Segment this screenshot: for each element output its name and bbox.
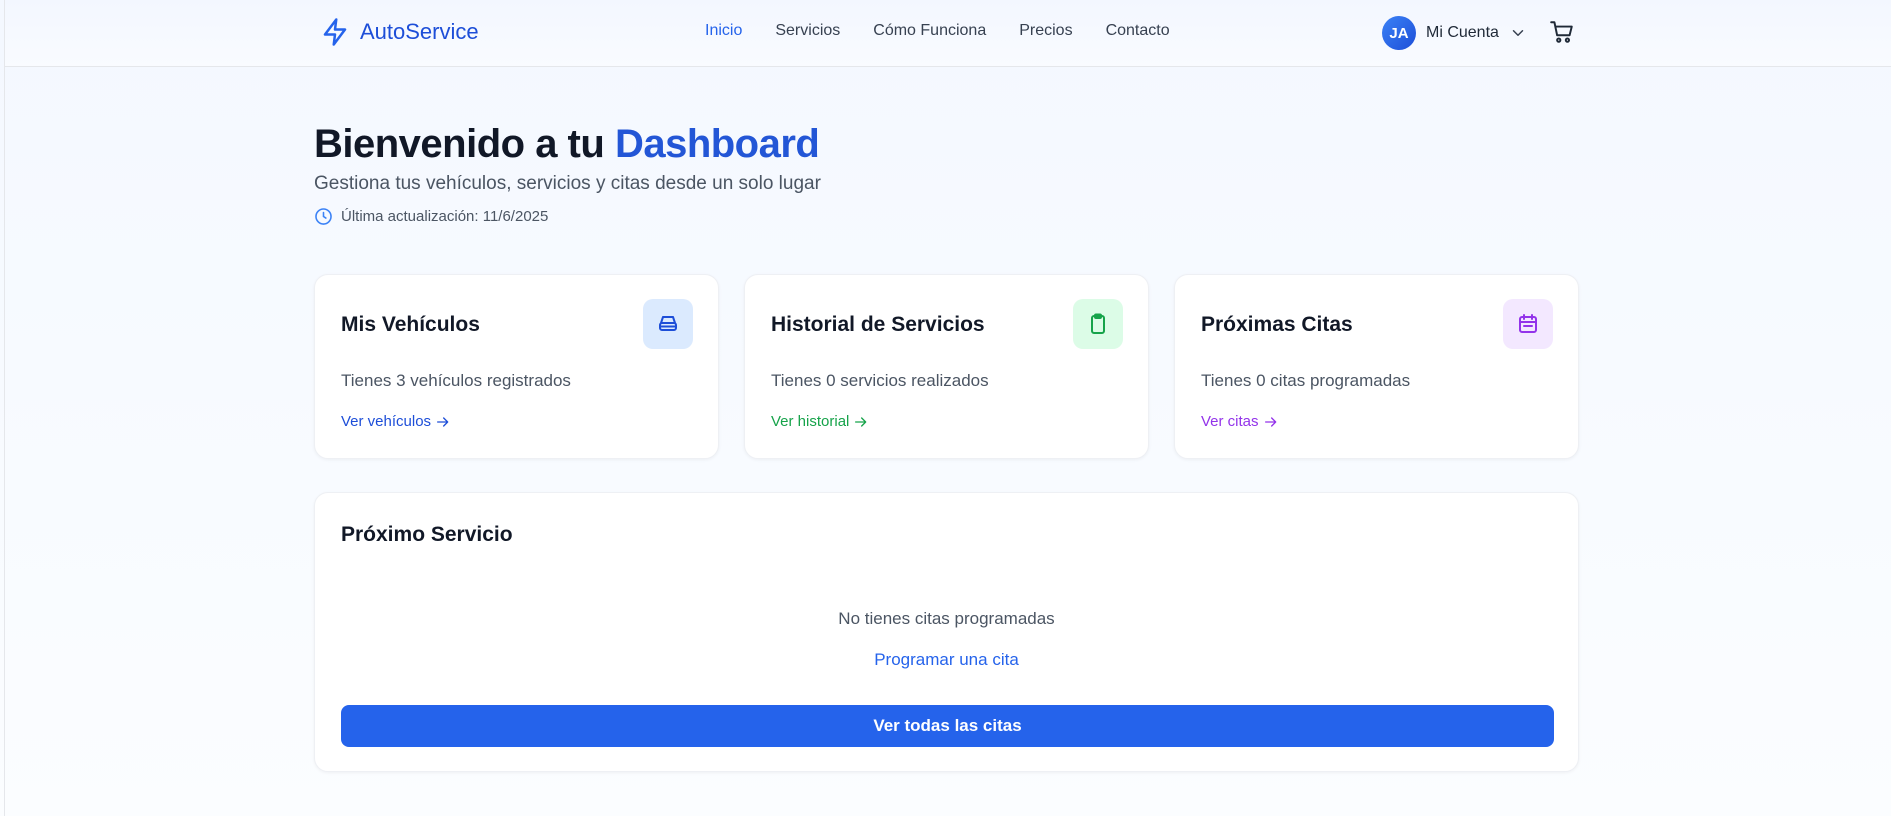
card-text: Tienes 0 servicios realizados [771, 371, 989, 390]
link-label: Ver historial [771, 413, 850, 430]
clock-icon [315, 208, 332, 225]
empty-state-text: No tienes citas programadas [838, 609, 1055, 628]
top-navbar: AutoService Inicio Servicios Cómo Funcio… [5, 0, 1891, 67]
window-edge [4, 0, 5, 816]
main-nav: Inicio Servicios Cómo Funciona Precios C… [705, 22, 1203, 40]
panel-title: Próximo Servicio [341, 523, 513, 546]
card-icon-box [643, 299, 693, 349]
page-subtitle: Gestiona tus vehículos, servicios y cita… [314, 173, 821, 194]
card-title: Historial de Servicios [771, 313, 985, 336]
schedule-appointment-link[interactable]: Programar una cita [315, 650, 1578, 670]
arrow-right-icon [1264, 416, 1276, 427]
nav-item-precios[interactable]: Precios [1019, 22, 1072, 40]
view-all-appointments-button[interactable]: Ver todas las citas [341, 705, 1554, 747]
nav-item-servicios[interactable]: Servicios [775, 22, 840, 40]
account-menu[interactable]: JA Mi Cuenta [1382, 16, 1527, 50]
card-citas: Próximas Citas Tienes 0 citas programada… [1174, 274, 1579, 459]
nav-item-inicio[interactable]: Inicio [705, 22, 742, 40]
title-prefix: Bienvenido a tu [314, 122, 615, 166]
last-updated: Última actualización: 11/6/2025 [314, 207, 821, 226]
lightning-icon [323, 18, 347, 46]
ver-citas-link[interactable]: Ver citas [1201, 413, 1279, 430]
hero-section: Bienvenido a tu Dashboard Gestiona tus v… [314, 122, 821, 226]
card-historial: Historial de Servicios Tienes 0 servicio… [744, 274, 1149, 459]
clipboard-icon [1091, 313, 1105, 334]
card-title: Mis Vehículos [341, 313, 480, 336]
last-updated-text: Última actualización: 11/6/2025 [341, 208, 549, 225]
avatar: JA [1382, 16, 1416, 50]
arrow-right-icon [437, 416, 449, 427]
card-vehiculos: Mis Vehículos Tienes 3 vehículos registr… [314, 274, 719, 459]
arrow-right-icon [855, 416, 867, 427]
card-text: Tienes 3 vehículos registrados [341, 371, 571, 390]
card-text: Tienes 0 citas programadas [1201, 371, 1411, 390]
account-label: Mi Cuenta [1426, 24, 1499, 41]
brand-logo[interactable]: AutoService [320, 16, 479, 48]
link-label: Ver citas [1201, 413, 1259, 430]
title-accent: Dashboard [614, 122, 820, 166]
nav-item-contacto[interactable]: Contacto [1106, 22, 1170, 40]
link-label: Ver vehículos [341, 413, 432, 430]
chevron-down-icon [1509, 24, 1527, 42]
calendar-icon [1519, 314, 1537, 333]
page-title: Bienvenido a tu Dashboard [314, 122, 821, 167]
card-icon-box [1073, 299, 1123, 349]
car-icon [659, 316, 677, 331]
card-title: Próximas Citas [1201, 313, 1353, 336]
ver-historial-link[interactable]: Ver historial [771, 413, 869, 430]
cart-icon [1550, 21, 1573, 43]
cart-button[interactable] [1549, 19, 1575, 45]
nav-item-como-funciona[interactable]: Cómo Funciona [873, 22, 986, 40]
ver-vehiculos-link[interactable]: Ver vehículos [341, 413, 451, 430]
brand-name: AutoService [360, 19, 479, 44]
card-icon-box [1503, 299, 1553, 349]
next-service-panel: Próximo Servicio No tienes citas program… [314, 492, 1579, 772]
